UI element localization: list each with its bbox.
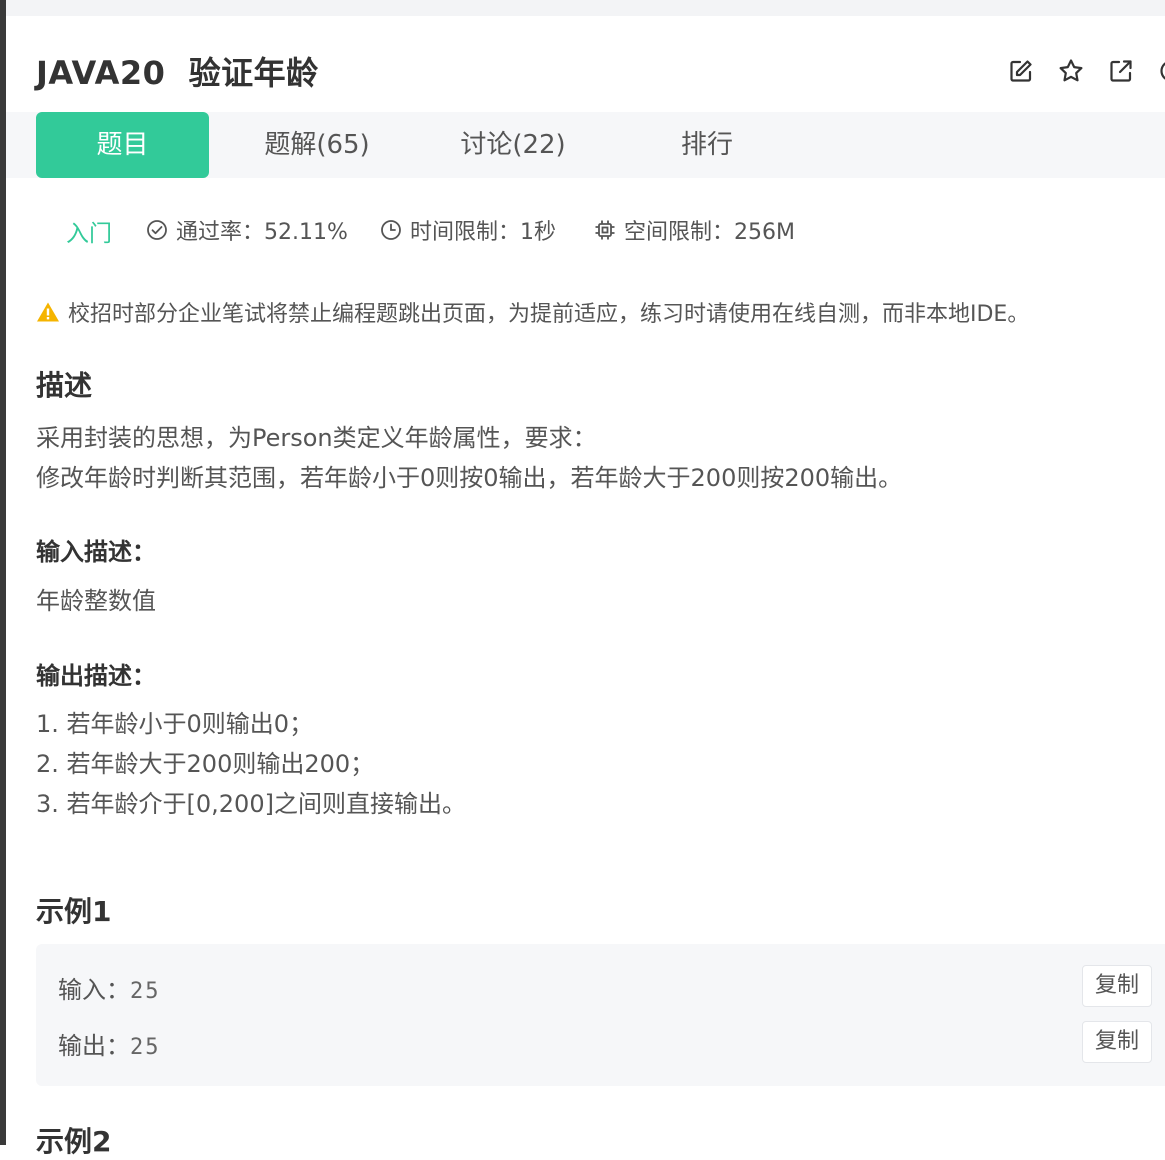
example1-box: 输入：25 复制 输出：25 复制 [36, 944, 1165, 1086]
tab-ranking[interactable]: 排行 [626, 112, 788, 178]
example2-heading: 示例2 [36, 1120, 111, 1160]
warning-text: 校招时部分企业笔试将禁止编程题跳出页面，为提前适应，练习时请使用在线自测，而非本… [68, 296, 1029, 328]
output-desc-heading: 输出描述： [36, 656, 156, 691]
input-desc-text: 年龄整数值 [36, 581, 156, 621]
warning-icon [36, 301, 60, 323]
tab-solutions[interactable]: 题解(65) [236, 112, 398, 178]
space-limit: 空间限制：256M [594, 214, 795, 246]
space-limit-text: 空间限制：256M [624, 214, 795, 246]
example1-heading: 示例1 [36, 890, 111, 930]
example1-input-value: 25 [130, 979, 161, 1004]
example1-output-row: 输出：25 [58, 1026, 161, 1061]
more-icon[interactable] [1158, 58, 1165, 84]
header-actions [1000, 58, 1165, 86]
time-limit: 时间限制：1秒 [380, 214, 556, 246]
output-desc-line-1: 1. 若年龄小于0则输出0； [36, 704, 313, 744]
copy-output-button[interactable]: 复制 [1082, 1021, 1152, 1063]
problem-title: JAVA20 验证年龄 [36, 48, 319, 94]
output-desc-line-3: 3. 若年龄介于[0,200]之间则直接输出。 [36, 784, 466, 824]
top-strip [6, 0, 1165, 16]
example1-output-value: 25 [130, 1035, 161, 1060]
problem-meta: 入门 通过率：52.11% 时间限制：1秒 空间限制：256M [36, 210, 1136, 246]
chip-icon [594, 219, 616, 241]
time-limit-text: 时间限制：1秒 [410, 214, 556, 246]
copy-input-button[interactable]: 复制 [1082, 965, 1152, 1007]
description-line-1: 采用封装的思想，为Person类定义年龄属性，要求： [36, 418, 597, 458]
clock-icon [380, 219, 402, 241]
tab-problem[interactable]: 题目 [36, 112, 209, 178]
star-icon[interactable] [1058, 58, 1084, 84]
input-desc-heading: 输入描述： [36, 532, 156, 567]
tab-discussion[interactable]: 讨论(22) [432, 112, 594, 178]
share-icon[interactable] [1108, 58, 1134, 84]
ide-warning: 校招时部分企业笔试将禁止编程题跳出页面，为提前适应，练习时请使用在线自测，而非本… [36, 296, 1029, 328]
tab-bar: 题目 题解(65) 讨论(22) 排行 [6, 112, 1165, 178]
example1-output-label: 输出： [58, 1032, 130, 1060]
pass-rate: 通过率：52.11% [146, 214, 348, 246]
difficulty-badge: 入门 [66, 214, 112, 248]
example1-input-row: 输入：25 [58, 970, 161, 1005]
example1-input-label: 输入： [58, 976, 130, 1004]
description-line-2: 修改年龄时判断其范围，若年龄小于0则按0输出，若年龄大于200则按200输出。 [36, 458, 902, 498]
description-heading: 描述 [36, 364, 92, 404]
edit-icon[interactable] [1008, 58, 1034, 84]
check-circle-icon [146, 219, 168, 241]
pass-rate-text: 通过率：52.11% [176, 214, 348, 246]
output-desc-line-2: 2. 若年龄大于200则输出200； [36, 744, 374, 784]
